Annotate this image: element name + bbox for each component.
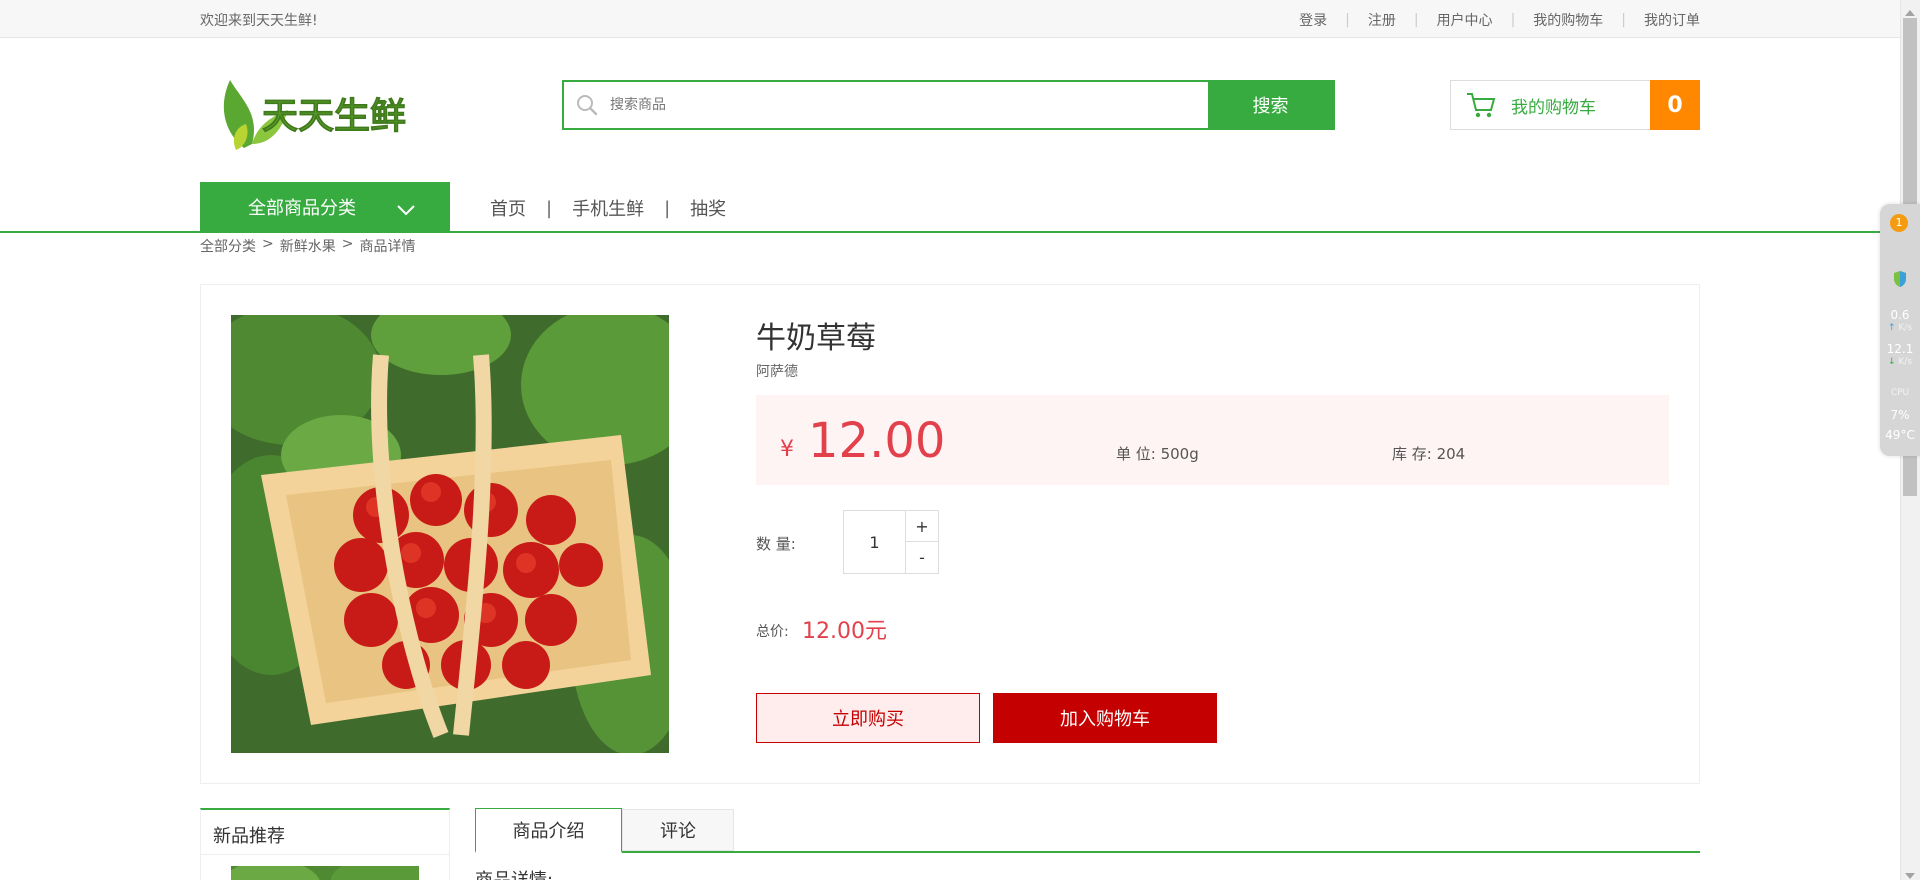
- site-logo[interactable]: 天天生鲜: [216, 70, 416, 152]
- search-button[interactable]: 搜索: [1208, 82, 1333, 128]
- quantity-plus-button[interactable]: +: [906, 511, 938, 542]
- separator: |: [1510, 12, 1516, 28]
- nav-mobile-fresh[interactable]: 手机生鲜: [572, 195, 644, 221]
- breadcrumb-current: 商品详情: [359, 239, 416, 255]
- system-monitor-widget[interactable]: 1 0.6 ↑ K/s 12.1 ↓ K/s CPU 7% 49°C: [1880, 204, 1920, 456]
- new-products-panel: 新品推荐: [200, 808, 450, 880]
- product-brand: 阿萨德: [756, 364, 798, 380]
- nav-divider: [0, 231, 1900, 233]
- cart-icon: [1451, 91, 1511, 119]
- download-unit-text: K/s: [1898, 357, 1913, 367]
- user-center-link[interactable]: 用户中心: [1437, 10, 1493, 30]
- quantity-stepper: 1 + -: [843, 510, 939, 574]
- download-unit: ↓ K/s: [1880, 357, 1920, 367]
- tab-product-intro[interactable]: 商品介绍: [475, 808, 622, 853]
- main-nav: 首页 | 手机生鲜 | 抽奖: [490, 195, 726, 221]
- cart-label: 我的购物车: [1511, 97, 1596, 118]
- product-stock: 库 存: 204: [1392, 445, 1466, 463]
- register-link[interactable]: 注册: [1368, 10, 1396, 30]
- price-box: ¥ 12.00 单 位: 500g 库 存: 204: [756, 395, 1669, 485]
- my-cart-link[interactable]: 我的购物车: [1533, 10, 1603, 30]
- notification-badge: 1: [1890, 214, 1908, 232]
- search-icon: [564, 82, 610, 128]
- upload-speed: 0.6: [1890, 308, 1910, 322]
- chevron-down-icon: [396, 200, 416, 221]
- breadcrumb-category[interactable]: 新鲜水果: [280, 236, 336, 256]
- separator: |: [1621, 12, 1626, 28]
- top-links: 登录 | 注册 | 用户中心 | 我的购物车 | 我的订单: [1299, 10, 1700, 30]
- logo-text: 天天生鲜: [262, 96, 406, 137]
- separator: |: [1345, 12, 1350, 28]
- my-orders-link[interactable]: 我的订单: [1644, 10, 1700, 30]
- cpu-usage: 7%: [1890, 408, 1910, 422]
- scroll-up-arrow-icon[interactable]: [1904, 3, 1916, 22]
- upload-arrow-icon: ↑: [1887, 323, 1896, 333]
- new-products-title: 新品推荐: [213, 826, 285, 847]
- top-bar: 欢迎来到天天生鲜! 登录 | 注册 | 用户中心 | 我的购物车 | 我的订单: [0, 0, 1900, 38]
- quantity-label: 数 量:: [756, 535, 796, 553]
- total-label: 总价:: [756, 624, 789, 640]
- breadcrumb-separator: >: [262, 236, 274, 252]
- nav-home[interactable]: 首页: [490, 195, 526, 221]
- cpu-temperature: 49°C: [1885, 428, 1915, 442]
- total-price: 12.00元: [802, 619, 887, 644]
- all-categories-label: 全部商品分类: [248, 198, 356, 219]
- upload-unit-text: K/s: [1898, 323, 1913, 333]
- welcome-text: 欢迎来到天天生鲜!: [200, 13, 318, 29]
- divider: [201, 854, 449, 855]
- cpu-label: CPU: [1890, 388, 1910, 398]
- currency-symbol: ¥: [780, 437, 794, 462]
- quantity-minus-button[interactable]: -: [906, 542, 938, 573]
- upload-unit: ↑ K/s: [1880, 323, 1920, 333]
- quantity-input[interactable]: 1: [844, 511, 906, 573]
- product-tabs: 商品介绍 评论: [475, 808, 1700, 853]
- download-speed: 12.1: [1886, 342, 1914, 356]
- shield-icon: [1893, 270, 1907, 292]
- buy-now-button[interactable]: 立即购买: [756, 693, 980, 743]
- separator: |: [546, 197, 553, 219]
- scroll-down-arrow-icon[interactable]: [1904, 866, 1916, 880]
- product-image: [231, 315, 669, 753]
- search-bar: 搜索: [562, 80, 1335, 130]
- download-arrow-icon: ↓: [1887, 357, 1896, 367]
- cart-widget[interactable]: 我的购物车 0: [1450, 80, 1700, 130]
- breadcrumb-all[interactable]: 全部分类: [200, 236, 256, 256]
- login-link[interactable]: 登录: [1299, 10, 1327, 30]
- all-categories-button[interactable]: 全部商品分类: [200, 182, 450, 232]
- product-price: 12.00: [808, 413, 946, 469]
- product-panel: 牛奶草莓 阿萨德 ¥ 12.00 单 位: 500g 库 存: 204 数 量:…: [200, 284, 1700, 784]
- product-name: 牛奶草莓: [756, 321, 876, 356]
- new-product-thumbnail[interactable]: [231, 866, 419, 880]
- product-unit: 单 位: 500g: [1116, 445, 1199, 463]
- add-to-cart-button[interactable]: 加入购物车: [993, 693, 1217, 743]
- separator: |: [664, 197, 671, 219]
- detail-heading: 商品详情:: [475, 866, 553, 880]
- breadcrumb: 全部分类 > 新鲜水果 > 商品详情: [200, 236, 415, 256]
- search-input[interactable]: [610, 82, 1208, 128]
- breadcrumb-separator: >: [341, 236, 354, 252]
- nav-lottery[interactable]: 抽奖: [690, 195, 726, 221]
- separator: |: [1413, 12, 1419, 28]
- tab-comments[interactable]: 评论: [622, 809, 734, 851]
- cart-count-badge: 0: [1650, 80, 1700, 130]
